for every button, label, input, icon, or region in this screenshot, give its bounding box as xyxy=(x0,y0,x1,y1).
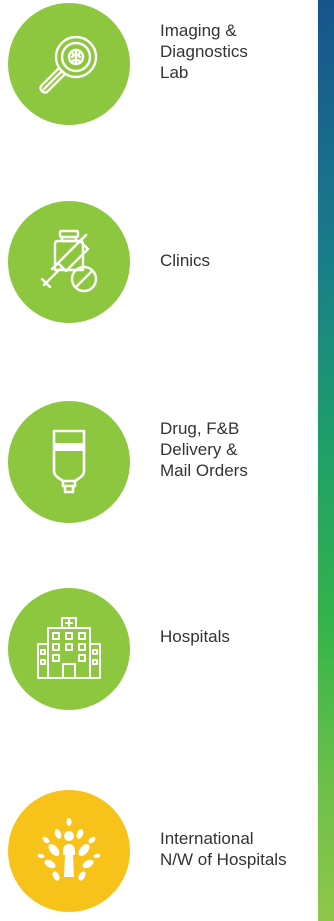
syringe-vial-icon xyxy=(40,229,98,293)
service-clinics[interactable]: Clinics xyxy=(8,201,308,325)
service-icon-circle xyxy=(8,790,130,912)
service-label: International N/W of Hospitals xyxy=(160,829,287,869)
accent-stripe xyxy=(318,0,334,921)
iv-bag-icon xyxy=(52,429,86,494)
service-label: Clinics xyxy=(160,251,211,270)
hospital-building-icon xyxy=(37,617,101,679)
service-international-network[interactable]: International N/W of Hospitals xyxy=(8,790,308,914)
service-icon-circle xyxy=(8,401,130,523)
magnifier-brain-icon xyxy=(39,35,98,94)
service-delivery-mail-orders[interactable]: Drug, F&B Delivery & Mail Orders xyxy=(8,401,308,525)
service-label: Imaging & Diagnostics Lab xyxy=(160,21,248,82)
service-icon-circle xyxy=(8,3,130,125)
service-imaging-diagnostics[interactable]: Imaging & Diagnostics Lab xyxy=(8,3,308,127)
service-hospitals[interactable]: Hospitals xyxy=(8,588,308,712)
network-tree-icon xyxy=(37,818,101,881)
service-label: Hospitals xyxy=(160,627,230,646)
service-label: Drug, F&B Delivery & Mail Orders xyxy=(160,419,248,480)
service-icon-circle xyxy=(8,201,130,323)
service-icon-circle xyxy=(8,588,130,710)
